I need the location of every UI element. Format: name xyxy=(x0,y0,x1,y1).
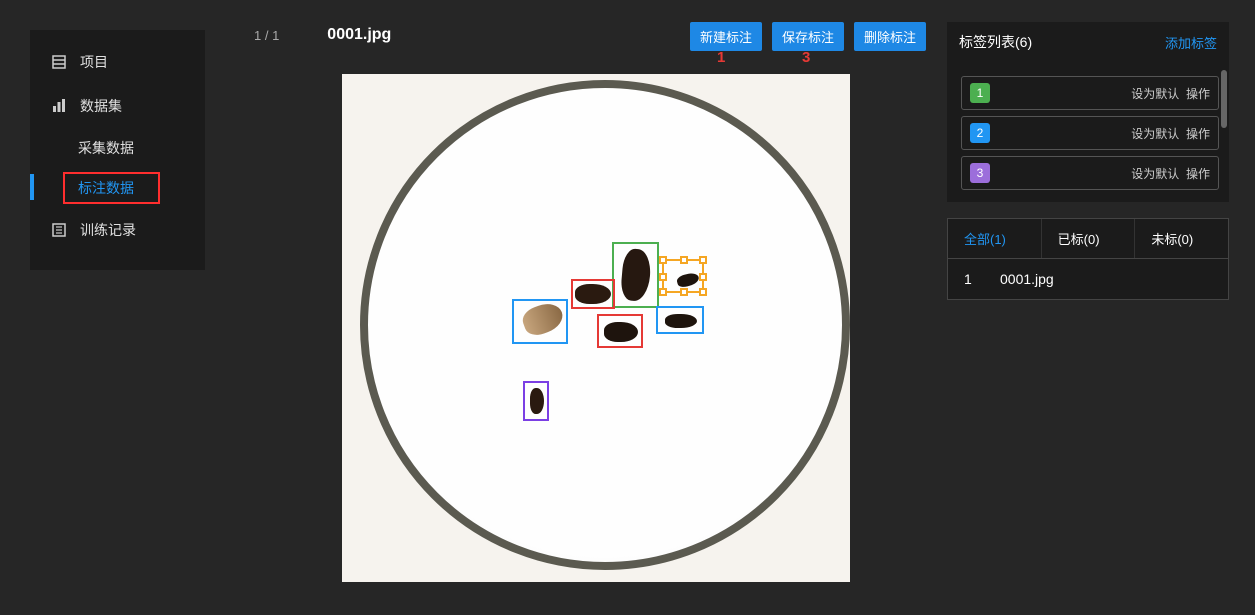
label-row-ops: 设为默认 操作 xyxy=(1131,125,1210,142)
label-badge: 2 xyxy=(970,123,990,143)
right-panel: 标签列表(6) 添加标签 1 设为默认 操作 2 设为默认 操作 3 设为默认 … xyxy=(947,22,1229,300)
current-filename: 0001.jpg xyxy=(327,26,391,44)
sidebar-label: 项目 xyxy=(80,52,108,72)
sidebar: 项目 数据集 采集数据 标注数据 训练记录 xyxy=(30,30,205,270)
set-default[interactable]: 设为默认 xyxy=(1131,127,1179,141)
resize-handle[interactable] xyxy=(680,256,688,264)
page-count: 1 / 1 xyxy=(254,28,279,43)
set-default[interactable]: 设为默认 xyxy=(1131,87,1179,101)
bbox-6-selected[interactable] xyxy=(662,259,704,293)
resize-handle[interactable] xyxy=(699,288,707,296)
set-default[interactable]: 设为默认 xyxy=(1131,167,1179,181)
label-badge: 1 xyxy=(970,83,990,103)
bbox-1[interactable] xyxy=(612,242,659,308)
tab-unlabeled[interactable]: 未标(0) xyxy=(1135,219,1228,258)
bbox-7[interactable] xyxy=(523,381,549,421)
label-list: 1 设为默认 操作 2 设为默认 操作 3 设为默认 操作 xyxy=(947,62,1229,202)
sidebar-item-project[interactable]: 项目 xyxy=(30,40,205,84)
label-row-ops: 设为默认 操作 xyxy=(1131,165,1210,182)
step-note-1: 1 xyxy=(717,49,725,66)
sidebar-sub-label: 标注数据 xyxy=(78,180,134,196)
add-label-button[interactable]: 添加标签 xyxy=(1165,33,1217,52)
tab-all[interactable]: 全部(1) xyxy=(948,219,1042,258)
resize-handle[interactable] xyxy=(659,288,667,296)
dataset-icon xyxy=(50,98,68,114)
file-row[interactable]: 1 0001.jpg xyxy=(947,258,1229,300)
resize-handle[interactable] xyxy=(659,273,667,281)
delete-annotation-button[interactable]: 删除标注 xyxy=(854,22,926,51)
sidebar-sub-annotate[interactable]: 标注数据 xyxy=(30,168,205,208)
bbox-5[interactable] xyxy=(656,306,704,334)
file-filter-tabs: 全部(1) 已标(0) 未标(0) xyxy=(947,218,1229,258)
op[interactable]: 操作 xyxy=(1186,87,1210,101)
sidebar-label: 数据集 xyxy=(80,96,122,116)
sidebar-sub-label: 采集数据 xyxy=(78,140,134,156)
label-list-title: 标签列表(6) xyxy=(959,32,1032,52)
sidebar-sub-collect[interactable]: 采集数据 xyxy=(30,128,205,168)
sidebar-active-indicator xyxy=(30,174,34,200)
resize-handle[interactable] xyxy=(680,288,688,296)
action-buttons: 新建标注 保存标注 删除标注 xyxy=(690,22,926,51)
step-note-3: 3 xyxy=(802,49,810,66)
label-row[interactable]: 3 设为默认 操作 xyxy=(961,156,1219,190)
label-badge: 3 xyxy=(970,163,990,183)
bbox-3[interactable] xyxy=(512,299,568,344)
resize-handle[interactable] xyxy=(659,256,667,264)
file-index: 1 xyxy=(964,271,1000,287)
op[interactable]: 操作 xyxy=(1186,127,1210,141)
bbox-2[interactable] xyxy=(571,279,615,309)
project-icon xyxy=(50,54,68,70)
label-row-ops: 设为默认 操作 xyxy=(1131,85,1210,102)
resize-handle[interactable] xyxy=(699,273,707,281)
label-list-header: 标签列表(6) 添加标签 xyxy=(947,22,1229,62)
op[interactable]: 操作 xyxy=(1186,167,1210,181)
file-name: 0001.jpg xyxy=(1000,271,1054,287)
label-row[interactable]: 2 设为默认 操作 xyxy=(961,116,1219,150)
tab-labeled[interactable]: 已标(0) xyxy=(1042,219,1136,258)
new-annotation-button[interactable]: 新建标注 xyxy=(690,22,762,51)
sidebar-label: 训练记录 xyxy=(80,220,136,240)
annotation-canvas[interactable] xyxy=(342,74,850,582)
resize-handle[interactable] xyxy=(699,256,707,264)
sidebar-item-dataset[interactable]: 数据集 xyxy=(30,84,205,128)
label-row[interactable]: 1 设为默认 操作 xyxy=(961,76,1219,110)
label-list-scrollbar[interactable] xyxy=(1221,70,1227,128)
training-icon xyxy=(50,222,68,238)
save-annotation-button[interactable]: 保存标注 xyxy=(772,22,844,51)
sidebar-item-training[interactable]: 训练记录 xyxy=(30,208,205,252)
bbox-4[interactable] xyxy=(597,314,643,348)
